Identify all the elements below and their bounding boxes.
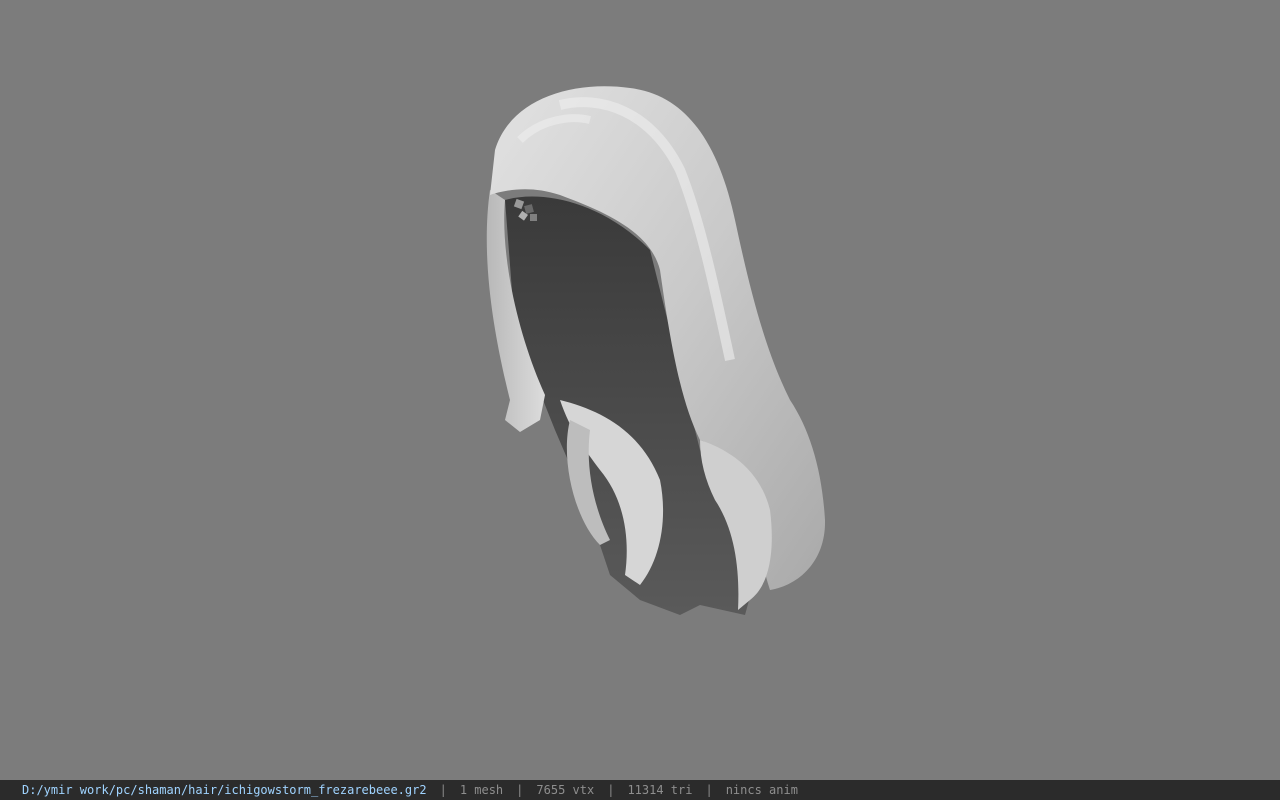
separator: |: [607, 783, 615, 797]
status-bar: D:/ymir work/pc/shaman/hair/ichigowstorm…: [0, 780, 1280, 800]
separator: |: [705, 783, 713, 797]
mesh-count-text: 1 mesh: [459, 783, 504, 797]
file-path-text: D:/ymir work/pc/shaman/hair/ichigowstorm…: [22, 783, 427, 797]
3d-viewport[interactable]: [0, 0, 1280, 780]
vertex-count-text: 7655 vtx: [536, 783, 595, 797]
hair-model-render: [486, 86, 826, 615]
separator: |: [516, 783, 524, 797]
animation-status-text: nincs anim: [725, 783, 798, 797]
separator: |: [439, 783, 447, 797]
triangle-count-text: 11314 tri: [627, 783, 693, 797]
